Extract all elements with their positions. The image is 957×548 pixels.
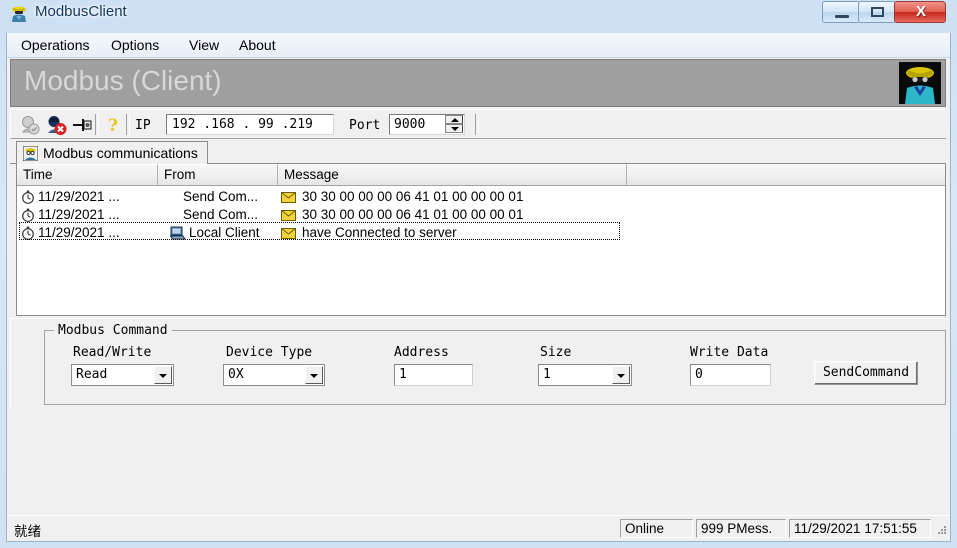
table-row[interactable]: 11/29/2021 ... Send Com... 30 30 00 00 0…: [17, 206, 945, 224]
size-label: Size: [540, 345, 572, 360]
device-type-label: Device Type: [226, 345, 313, 360]
port-spin-up[interactable]: [445, 115, 463, 124]
envelope-icon: [281, 210, 296, 221]
groupbox-legend: Modbus Command: [54, 323, 172, 338]
table-row[interactable]: 11/29/2021 ... Send Com... 30 30 00 00 0…: [17, 188, 945, 206]
message-list[interactable]: Time From Message 11/29/2021 ... Send Co…: [16, 164, 946, 316]
clock-icon: [22, 226, 34, 240]
tab-label: Modbus communications: [43, 145, 198, 161]
menu-view[interactable]: View: [183, 36, 225, 54]
menu-operations[interactable]: Operations: [15, 36, 95, 54]
command-panel: Modbus Command Read/Write Read Device Ty…: [10, 318, 946, 408]
cell-message: have Connected to server: [302, 225, 457, 240]
list-header: Time From Message: [17, 164, 945, 186]
toolbar-separator-3: [475, 114, 479, 135]
size-value: 1: [543, 367, 551, 382]
maximize-button[interactable]: [858, 1, 896, 23]
cell-from: Send Com...: [183, 207, 259, 222]
status-timestamp: 11/29/2021 17:51:55: [789, 519, 931, 538]
envelope-icon: [281, 228, 296, 239]
device-type-dropdown-icon[interactable]: [305, 366, 323, 384]
banner-logo-icon: [899, 62, 941, 104]
ip-label: IP: [135, 118, 151, 133]
computer-icon: [170, 226, 186, 240]
port-spin-down[interactable]: [445, 124, 463, 133]
close-button[interactable]: X: [894, 1, 946, 23]
banner-title: Modbus (Client): [24, 65, 222, 96]
address-input[interactable]: 1: [394, 364, 473, 386]
column-header-filler: [627, 164, 945, 186]
read-write-select[interactable]: Read: [71, 364, 174, 386]
write-data-input[interactable]: 0: [690, 364, 771, 386]
cell-time: 11/29/2021 ...: [38, 189, 120, 204]
size-select[interactable]: 1: [538, 364, 632, 386]
menu-bar: Operations Options View About: [7, 33, 950, 58]
connect-icon[interactable]: [19, 114, 41, 136]
port-spinner[interactable]: [445, 115, 463, 134]
port-label: Port: [349, 118, 381, 133]
envelope-icon: [281, 192, 296, 203]
modbus-command-groupbox: [44, 330, 946, 405]
status-ready-text: 就绪: [14, 524, 41, 539]
close-icon: X: [915, 3, 926, 20]
cell-from: Send Com...: [183, 189, 259, 204]
status-pmess: 999 PMess.: [696, 519, 786, 538]
resize-grip-icon[interactable]: [934, 524, 948, 538]
device-type-value: 0X: [228, 367, 244, 382]
maximize-icon: [871, 7, 884, 17]
menu-options[interactable]: Options: [105, 36, 165, 54]
app-icon: [12, 6, 26, 22]
comm-icon: [23, 146, 38, 161]
ip-input[interactable]: 192 .168 . 99 .219: [166, 114, 334, 135]
minimize-button[interactable]: [822, 1, 860, 23]
minimize-icon: [835, 15, 849, 18]
read-write-dropdown-icon[interactable]: [154, 366, 172, 384]
window-title: ModbusClient: [35, 3, 127, 20]
write-data-label: Write Data: [690, 345, 769, 360]
send-command-button[interactable]: SendCommand: [814, 361, 918, 385]
application-window: ModbusClient X Operations Options View A…: [0, 0, 957, 548]
clock-icon: [22, 208, 34, 222]
svg-text:?: ?: [108, 116, 118, 136]
column-header-time[interactable]: Time: [17, 164, 158, 186]
toolbar: ? IP 192 .168 . 99 .219 Port 9000: [10, 109, 946, 139]
menu-about[interactable]: About: [233, 36, 282, 54]
disconnect-icon[interactable]: [45, 114, 67, 136]
cell-message: 30 30 00 00 00 06 41 01 00 00 00 01: [302, 207, 524, 222]
cell-from: Local Client: [189, 225, 260, 240]
column-header-from[interactable]: From: [158, 164, 278, 186]
table-row[interactable]: 11/29/2021 ... Local Client have Connect…: [17, 224, 945, 242]
read-write-label: Read/Write: [73, 345, 152, 360]
title-bar: ModbusClient X: [0, 0, 957, 28]
help-icon[interactable]: ?: [102, 114, 124, 136]
column-header-message[interactable]: Message: [278, 164, 627, 186]
clock-icon: [22, 190, 34, 204]
status-online: Online: [620, 519, 693, 538]
read-write-value: Read: [76, 367, 108, 382]
toolbar-separator-2: [126, 114, 130, 135]
toolbar-separator: [95, 114, 99, 135]
address-label: Address: [394, 345, 449, 360]
cell-time: 11/29/2021 ...: [38, 207, 120, 222]
size-dropdown-icon[interactable]: [612, 366, 630, 384]
tab-modbus-communications[interactable]: Modbus communications: [16, 141, 208, 164]
pin-icon[interactable]: [71, 114, 93, 136]
status-bar: 就绪 Online 999 PMess. 11/29/2021 17:51:55: [7, 515, 950, 540]
cell-time: 11/29/2021 ...: [38, 225, 120, 240]
banner: Modbus (Client): [10, 59, 946, 107]
tab-strip: Modbus communications: [10, 141, 946, 164]
client-area: Operations Options View About Modbus (Cl…: [6, 33, 951, 542]
device-type-select[interactable]: 0X: [223, 364, 325, 386]
cell-message: 30 30 00 00 00 06 41 01 00 00 00 01: [302, 189, 524, 204]
